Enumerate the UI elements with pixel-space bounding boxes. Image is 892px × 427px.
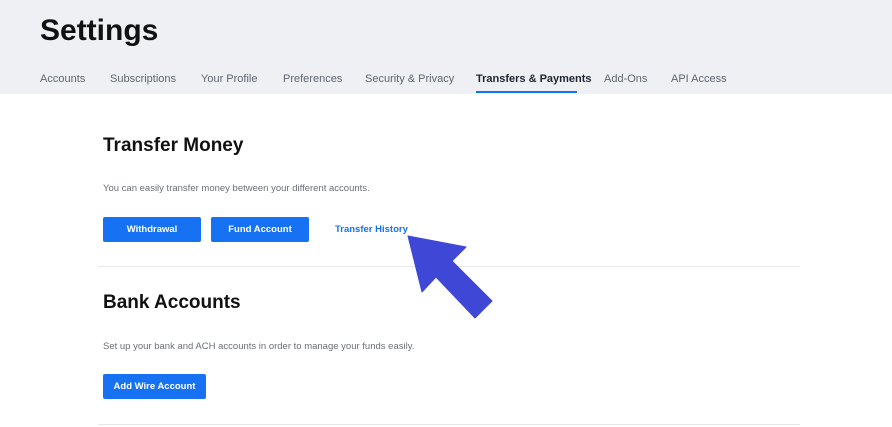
transfer-money-title: Transfer Money (103, 135, 244, 156)
pointer-arrow-shape (407, 235, 493, 319)
tab-security-privacy[interactable]: Security & Privacy (365, 72, 454, 86)
page-title: Settings (40, 14, 159, 47)
tab-accounts[interactable]: Accounts (40, 72, 85, 86)
tab-api-access[interactable]: API Access (671, 72, 727, 86)
tab-preferences[interactable]: Preferences (283, 72, 342, 86)
transfer-money-description: You can easily transfer money between yo… (103, 183, 370, 194)
active-tab-indicator (476, 91, 577, 93)
tab-transfers-payments[interactable]: Transfers & Payments (476, 72, 592, 86)
transfer-history-link[interactable]: Transfer History (335, 224, 408, 236)
tab-your-profile[interactable]: Your Profile (201, 72, 257, 86)
section-divider-bottom (98, 424, 800, 425)
settings-tabs: Accounts Subscriptions Your Profile Pref… (0, 64, 892, 94)
settings-header: Settings Accounts Subscriptions Your Pro… (0, 0, 892, 94)
pointer-arrow-icon (407, 235, 493, 319)
add-wire-account-button[interactable]: Add Wire Account (103, 374, 206, 399)
bank-accounts-title: Bank Accounts (103, 292, 241, 313)
fund-account-button[interactable]: Fund Account (211, 217, 309, 242)
tab-subscriptions[interactable]: Subscriptions (110, 72, 176, 86)
bank-accounts-description: Set up your bank and ACH accounts in ord… (103, 341, 415, 352)
tab-add-ons[interactable]: Add-Ons (604, 72, 647, 86)
withdrawal-button[interactable]: Withdrawal (103, 217, 201, 242)
